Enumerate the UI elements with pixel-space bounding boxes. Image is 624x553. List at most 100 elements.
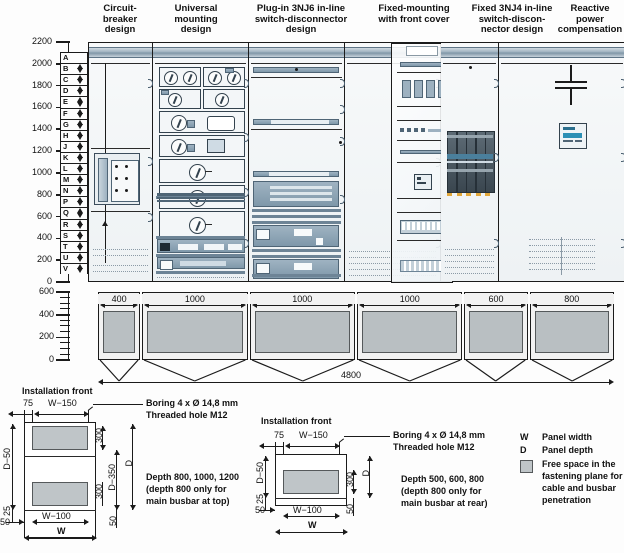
plan-scale-tick	[56, 313, 70, 316]
plan-free-space	[254, 311, 350, 353]
letter-arrow-down	[77, 123, 83, 129]
legend-free-space-swatch	[520, 460, 533, 473]
depth-note-right-1: Depth 500, 600, 800	[401, 474, 485, 484]
plan-scale: 0 200 400 600	[20, 286, 90, 364]
letter-label: N	[63, 186, 69, 196]
bay-reactive-power[interactable]	[499, 43, 624, 281]
plan-scale-tick	[56, 336, 70, 339]
dim-50-bottom-right: 50	[345, 504, 355, 515]
dim-d50-right: D−50	[255, 462, 265, 484]
letter-arrow-down	[77, 223, 83, 229]
dim-w150-left: W−150	[48, 398, 77, 408]
switch-handle[interactable]	[168, 93, 182, 107]
inline-fuse-unit[interactable]	[253, 181, 339, 207]
switch-handle[interactable]	[215, 93, 229, 107]
dim-d50-left: D−50	[2, 448, 12, 470]
dim-d350-left: D−350	[107, 464, 117, 491]
letter-label: U	[63, 252, 69, 262]
switch-handle[interactable]	[164, 71, 178, 85]
letter-arrow-down	[77, 190, 83, 196]
letter-label: S	[63, 230, 69, 240]
depth-note-left-2: (depth 800 only for	[146, 484, 227, 494]
letter-arrow-down	[77, 268, 83, 273]
column-title-line: nector design	[480, 24, 544, 35]
column-title-1: Universal mounting design	[152, 3, 240, 36]
depth-note-left-1: Depth 800, 1000, 1200	[146, 472, 240, 482]
letter-arrow-down	[77, 79, 83, 85]
withdrawable-module[interactable]	[157, 239, 245, 253]
switch-handle[interactable]	[171, 115, 187, 131]
elevation-view	[88, 42, 624, 283]
column-title-0: Circuit-breaker design	[88, 3, 152, 36]
column-title-line: Reactive power	[570, 3, 610, 25]
plan-free-space	[103, 311, 136, 353]
letter-arrow-down	[77, 68, 83, 74]
withdrawable-module[interactable]	[157, 200, 245, 202]
dim-75-left: 75	[23, 398, 34, 408]
scale-label: 1600	[31, 101, 52, 112]
column-title-line: Fixed 3NJ4 in-line	[471, 3, 553, 14]
letter-dim-line	[79, 154, 80, 159]
letter-dim-line	[79, 232, 80, 237]
plan-width-label: 1000	[249, 294, 355, 304]
letter-dim-line	[79, 199, 80, 204]
bay-universal-mounting[interactable]	[153, 43, 249, 281]
boring-line1-right: Boring 4 x Ø 14,8 mm	[393, 430, 486, 440]
letter-arrow-down	[77, 112, 83, 118]
letter-label: F	[63, 108, 68, 118]
fuse-switch-group[interactable]	[447, 131, 495, 201]
letter-label: J	[63, 141, 68, 151]
column-title-line: with front cover	[378, 13, 450, 25]
scale-label: 800	[36, 188, 52, 199]
plan-width-label: 800	[529, 294, 614, 304]
bay-plugin-3nj6[interactable]	[249, 43, 345, 281]
letter-dim-line	[79, 66, 80, 71]
letter-dim-line	[79, 210, 80, 215]
letter-label: D	[63, 86, 69, 96]
letter-dim-line	[79, 254, 80, 259]
scale-tick	[56, 41, 70, 43]
plan-scale-label: 0	[48, 354, 54, 364]
column-title-line: Plug-in 3NJ6 in-line	[256, 3, 346, 14]
letter-dim-line	[79, 221, 80, 226]
capacitor-symbol	[551, 65, 591, 105]
bay-circuit-breaker[interactable]	[89, 43, 153, 281]
detail-right: Installation front 75 W−150 Boring 4 x Ø…	[255, 416, 515, 553]
boring-line2-left: Threaded hole M12	[146, 410, 228, 420]
letter-label: L	[63, 164, 68, 173]
plan-scale-tick	[60, 325, 70, 327]
switch-handle[interactable]	[183, 71, 197, 85]
switch-handle[interactable]	[189, 217, 206, 234]
plan-scale-tick	[60, 342, 70, 344]
scale-label: 400	[36, 232, 52, 243]
letter-dim-line	[79, 177, 80, 182]
letter-dim-line	[79, 88, 80, 93]
letter-dim-line	[79, 265, 80, 270]
dim-300-bottom-left: 300	[94, 484, 104, 500]
legend-swatch-text-3: cable and busbar	[542, 483, 617, 493]
inline-fuse-unit[interactable]	[253, 225, 339, 247]
pfc-controller[interactable]	[559, 123, 587, 149]
switch-handle[interactable]	[189, 164, 206, 181]
withdrawable-module[interactable]	[157, 257, 245, 270]
letter-label: R	[63, 219, 69, 229]
switch-handle[interactable]	[171, 139, 187, 155]
letter-arrow-down	[77, 168, 83, 174]
legend-w-symbol: W	[520, 432, 529, 442]
letter-label: E	[63, 97, 69, 107]
letter-dim-line	[79, 243, 80, 248]
plan-width-dimline	[468, 305, 524, 306]
boring-line2-right: Threaded hole M12	[393, 442, 475, 452]
depth-note-left-3: main busbar at top)	[146, 496, 230, 506]
switch-handle[interactable]	[227, 71, 241, 85]
circuit-breaker-unit[interactable]	[94, 153, 140, 205]
switch-handle[interactable]	[208, 71, 222, 85]
plan-scale-label: 400	[38, 308, 54, 319]
plan-width-label: 1000	[142, 294, 248, 304]
plan-width-label: 400	[98, 294, 141, 304]
bay-fixed-3nj4[interactable]	[441, 43, 499, 281]
letter-dim-line	[79, 166, 80, 171]
plan-scale-tick	[60, 296, 70, 299]
detail-left: Installation front 75 W−150 Boring 4 x Ø…	[0, 386, 250, 553]
plan-width-dimline	[146, 305, 244, 306]
